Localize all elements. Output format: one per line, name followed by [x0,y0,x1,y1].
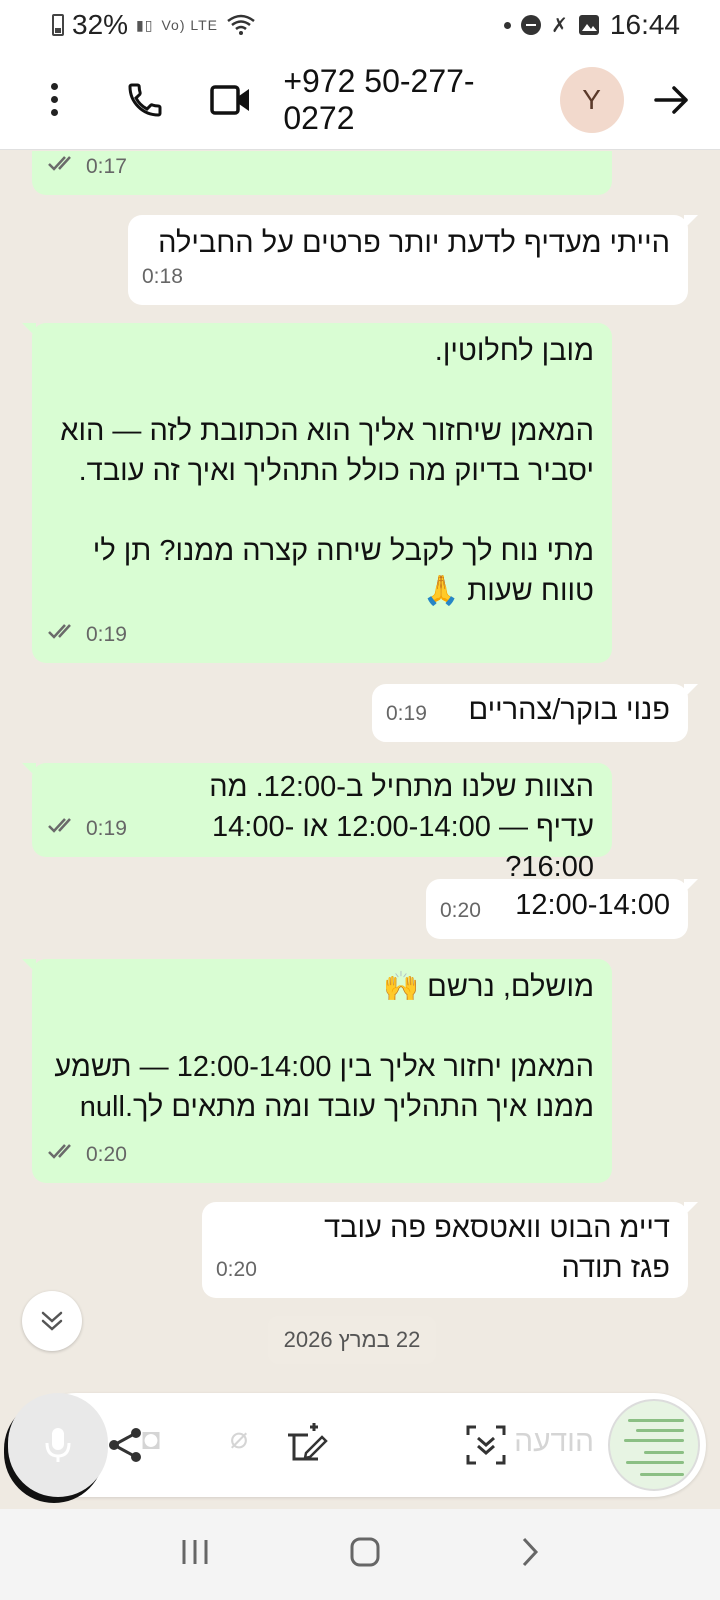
video-call-button[interactable] [207,75,255,125]
scroll-capture-icon [466,1425,506,1465]
attach-icon: ⌀ [230,1422,249,1455]
message-time: 0:19 [86,623,127,646]
dnd-icon [521,15,542,35]
message-meta: 0:19 [386,694,427,734]
message-time: 0:18 [142,265,183,288]
volte-label: Vo) LTE [161,17,219,33]
screenshot-thumbnail[interactable] [608,1399,700,1491]
recent-apps-icon [182,1540,208,1564]
status-bar: 32% ▮▯ Vo) LTE ✗ 16:44 [0,0,720,50]
wifi-icon [227,14,255,35]
message-outgoing[interactable]: הצוות שלנו מתחיל ב-12:00. מה עדיף — 12:0… [22,763,612,883]
recent-apps-button[interactable] [180,1538,210,1571]
signal-icon: ▮▯ [136,16,154,33]
home-icon [350,1537,380,1567]
back-button[interactable] [648,75,696,125]
avatar[interactable]: Y [559,66,624,133]
message-meta: 0:20 [216,1250,257,1290]
chat-area[interactable]: 0:17 הייתי מעדיף לדעת יותר פרטים על החבי… [0,151,720,1509]
home-button[interactable] [349,1536,381,1573]
read-ticks-icon [48,151,80,187]
scroll-to-bottom-button[interactable] [22,1291,82,1351]
message-text: דיימ הבוט וואטסאפ פה עובד פגז תודה [316,1212,670,1284]
message-text: הייתי מעדיף לדעת יותר פרטים על החבילה [158,227,670,259]
message-text: מושלם, נרשם 🙌 המאמן יחזור אליך בין 12:00… [54,971,594,1123]
read-ticks-icon [48,809,80,849]
kebab-menu-icon [50,83,58,116]
date-chip: 22 במרץ 2026 [268,1316,436,1364]
message-time: 0:20 [86,1143,127,1166]
message-time: 0:19 [86,817,127,840]
clock: 16:44 [609,9,680,40]
message-time: 0:19 [386,702,427,725]
message-text: מובן לחלוטין. המאמן שיחזור אליך הוא הכתו… [60,335,594,607]
message-outgoing[interactable]: מושלם, נרשם 🙌 המאמן יחזור אליך בין 12:00… [22,959,612,1183]
message-text: פנוי בוקר/צהריים [468,694,670,726]
message-meta: 0:18 [142,257,183,297]
message-input-placeholder: הודעה [514,1425,594,1458]
chat-header: +972 50-277-0272 Y [0,50,720,150]
share-icon [109,1428,141,1462]
message-meta: 0:19 [48,809,127,849]
double-chevron-down-icon [41,1311,63,1331]
phone-icon [128,83,162,117]
message-meta: 0:20 [440,891,481,931]
message-incoming[interactable]: 12:00-14:00 0:20 [426,879,698,939]
message-time: 0:20 [216,1258,257,1281]
edit-capture-button[interactable] [280,1417,336,1473]
composer: הודעה ◘ ⌀ [8,1393,714,1501]
message-outgoing[interactable]: 0:17 [32,151,612,195]
message-text: 12:00-14:00 [515,889,670,921]
message-text: הצוות שלנו מתחיל ב-12:00. מה עדיף — 12:0… [201,771,594,883]
read-ticks-icon [48,1135,80,1175]
arrow-right-icon [654,85,688,114]
missed-call-icon: ✗ [551,14,568,37]
battery-level: 32% [72,9,129,40]
message-meta: 0:20 [48,1135,127,1175]
message-incoming[interactable]: פנוי בוקר/צהריים 0:19 [372,684,698,742]
more-options-button[interactable] [30,75,78,125]
share-button[interactable] [98,1417,154,1473]
contact-name[interactable]: +972 50-277-0272 [283,63,537,137]
scroll-capture-button[interactable] [458,1417,514,1473]
gallery-icon [578,15,599,35]
message-time: 0:20 [440,899,481,922]
crop-edit-icon [288,1423,328,1461]
video-camera-icon [210,84,250,115]
message-incoming[interactable]: דיימ הבוט וואטסאפ פה עובד פגז תודה 0:20 [202,1202,698,1298]
message-meta: 0:17 [48,151,127,187]
back-nav-button[interactable] [520,1536,540,1573]
microphone-icon [45,1428,71,1462]
message-meta: 0:19 [48,615,127,655]
message-outgoing[interactable]: מובן לחלוטין. המאמן שיחזור אליך הוא הכתו… [22,323,612,663]
read-ticks-icon [48,615,80,655]
notification-dot-icon [504,21,512,29]
voice-call-button[interactable] [120,75,168,125]
battery-icon [52,14,64,36]
chevron-right-icon [523,1537,539,1567]
voice-record-button[interactable] [8,1393,108,1497]
message-incoming[interactable]: הייתי מעדיף לדעת יותר פרטים על החבילה 0:… [128,215,698,305]
system-nav-bar [0,1509,720,1600]
message-time: 0:17 [86,155,127,178]
